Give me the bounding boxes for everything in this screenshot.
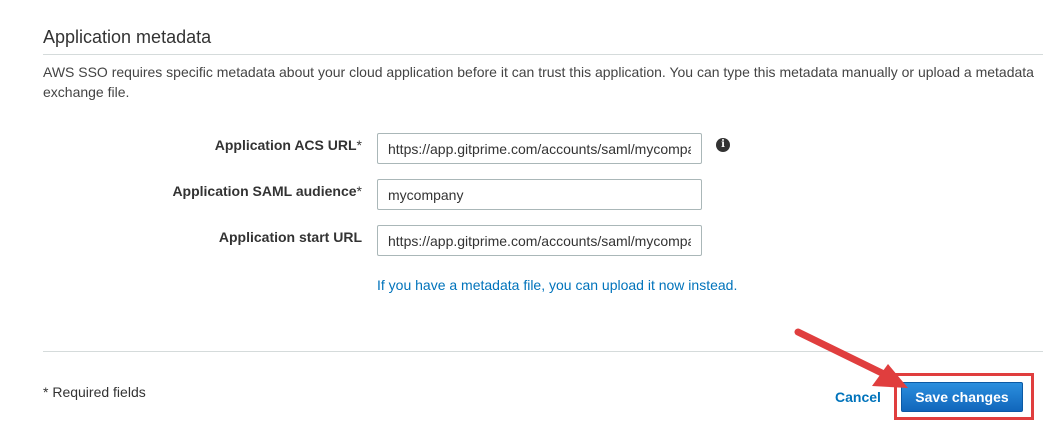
saml-audience-label-text: Application SAML audience <box>172 183 357 199</box>
info-icon[interactable]: i <box>716 138 730 152</box>
acs-url-label: Application ACS URL* <box>32 137 362 153</box>
required-mark: * <box>356 137 362 153</box>
start-url-input[interactable] <box>377 225 702 256</box>
annotation-arrow-icon <box>794 328 908 388</box>
acs-url-label-text: Application ACS URL <box>214 137 357 153</box>
start-url-label-text: Application start URL <box>218 229 362 245</box>
section-description: AWS SSO requires specific metadata about… <box>43 64 1034 100</box>
start-url-label: Application start URL <box>32 229 362 245</box>
upload-metadata-link[interactable]: If you have a metadata file, you can upl… <box>377 277 737 293</box>
saml-audience-input[interactable] <box>377 179 702 210</box>
required-mark: * <box>356 183 362 199</box>
acs-url-input[interactable] <box>377 133 702 164</box>
required-fields-note: * Required fields <box>43 384 146 400</box>
title-divider <box>43 54 1043 55</box>
saml-audience-label: Application SAML audience* <box>32 183 362 199</box>
section-title: Application metadata <box>43 27 212 47</box>
